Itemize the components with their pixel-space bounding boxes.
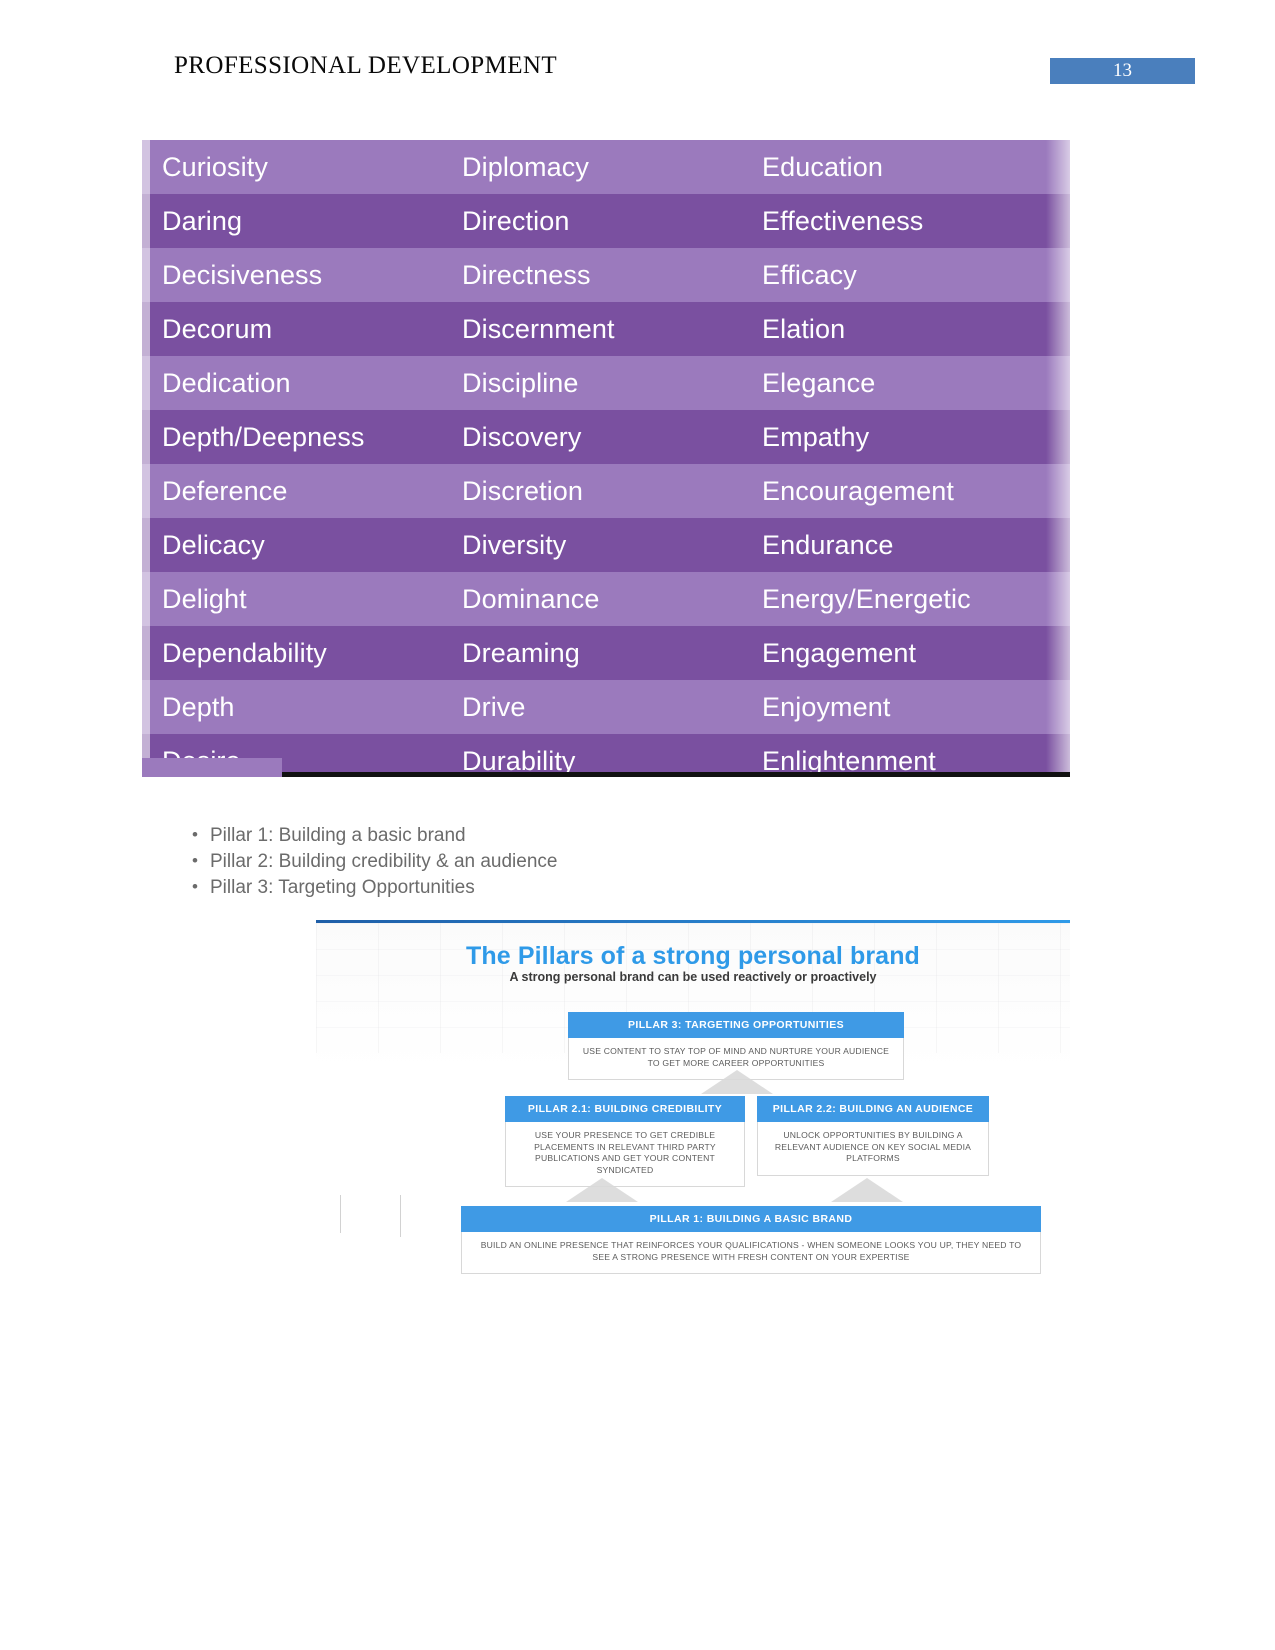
page-title: PROFESSIONAL DEVELOPMENT [174,52,558,79]
pillar-1-heading: PILLAR 1: BUILDING A BASIC BRAND [461,1206,1041,1232]
table-cell: Discipline [462,367,579,398]
table-cell: Endurance [762,529,894,560]
word-table-bottom-mask [142,758,282,777]
table-cell: Diversity [462,529,567,560]
table-cell: Dependability [162,637,327,668]
list-item: Pillar 1: Building a basic brand [192,822,882,849]
arrow-up-icon [831,1178,903,1202]
arrow-up-icon [566,1178,638,1202]
stray-vertical-rule [340,1195,341,1233]
bullet-list: Pillar 1: Building a basic brandPillar 2… [182,822,882,901]
page-number-badge: 13 [1050,58,1195,84]
table-row: Decisiveness Directness Efficacy [142,248,1070,302]
table-cell: Depth [162,691,235,722]
list-item: Pillar 3: Targeting Opportunities [192,874,882,901]
table-cell: Drive [462,691,526,722]
table-cell: Elation [762,313,846,344]
pillar-2-1-box: PILLAR 2.1: BUILDING CREDIBILITY USE YOU… [505,1096,745,1187]
table-cell: Dominance [462,583,600,614]
table-row: Deference Discretion Encouragement [142,464,1070,518]
word-table-figure: Curiosity Diplomacy Education Daring Directi… [142,140,1070,777]
table-cell: Elegance [762,367,876,398]
table-cell: Dedication [162,367,291,398]
pillar-2-2-heading: PILLAR 2.2: BUILDING AN AUDIENCE [757,1096,989,1122]
table-cell: Education [762,151,883,182]
table-row: Delight Dominance Energy/Energetic [142,572,1070,626]
list-item: Pillar 2: Building credibility & an audi… [192,848,882,875]
pillar-2-1-heading: PILLAR 2.1: BUILDING CREDIBILITY [505,1096,745,1122]
infographic-title: The Pillars of a strong personal brand [466,942,920,970]
table-row: Delicacy Diversity Endurance [142,518,1070,572]
table-row: Dependability Dreaming Engagement [142,626,1070,680]
pillar-2-2-box: PILLAR 2.2: BUILDING AN AUDIENCE UNLOCK … [757,1096,989,1176]
table-cell: Discretion [462,475,584,506]
table-cell: Dreaming [462,637,580,668]
table-cell: Curiosity [162,151,268,182]
infographic-subtitle: A strong personal brand can be used reac… [509,970,877,984]
table-cell: Encouragement [762,475,954,506]
table-cell: Direction [462,205,570,236]
table-cell: Delicacy [162,529,265,560]
pillar-2-2-body: UNLOCK OPPORTUNITIES BY BUILDING A RELEV… [757,1122,989,1176]
table-cell: Decorum [162,313,273,344]
pillar-1-box: PILLAR 1: BUILDING A BASIC BRAND BUILD A… [461,1206,1041,1274]
table-cell: Efficacy [762,259,857,290]
table-cell: Diplomacy [462,151,589,182]
table-row: Depth/Deepness Discovery Empathy [142,410,1070,464]
table-cell: Energy/Energetic [762,583,971,614]
table-cell: Engagement [762,637,917,668]
stray-vertical-rule [400,1195,401,1237]
pillar-1-body: BUILD AN ONLINE PRESENCE THAT REINFORCES… [461,1232,1041,1274]
table-cell: Daring [162,205,243,236]
pillar-bullet-list: Pillar 1: Building a basic brandPillar 2… [182,822,882,901]
table-cell: Enjoyment [762,691,891,722]
table-cell: Effectiveness [762,205,924,236]
word-table: Curiosity Diplomacy Education Daring Directi… [142,140,1070,777]
table-cell: Deference [162,475,288,506]
arrow-up-icon [701,1070,773,1094]
table-cell: Depth/Deepness [162,421,365,452]
table-cell: Directness [462,259,591,290]
table-row: Depth Drive Enjoyment [142,680,1070,734]
table-row: Curiosity Diplomacy Education [142,140,1070,194]
table-cell: Empathy [762,421,870,452]
pillars-infographic: The Pillars of a strong personal brand A… [316,920,1070,1292]
table-row: Decorum Discernment Elation [142,302,1070,356]
table-cell: Discovery [462,421,582,452]
page-number-label: 13 [1113,60,1132,81]
table-cell: Discernment [462,313,615,344]
table-row: Daring Direction Effectiveness [142,194,1070,248]
table-cell: Delight [162,583,247,614]
pillar-3-heading: PILLAR 3: TARGETING OPPORTUNITIES [568,1012,904,1038]
table-row: Dedication Discipline Elegance [142,356,1070,410]
table-cell: Decisiveness [162,259,323,290]
